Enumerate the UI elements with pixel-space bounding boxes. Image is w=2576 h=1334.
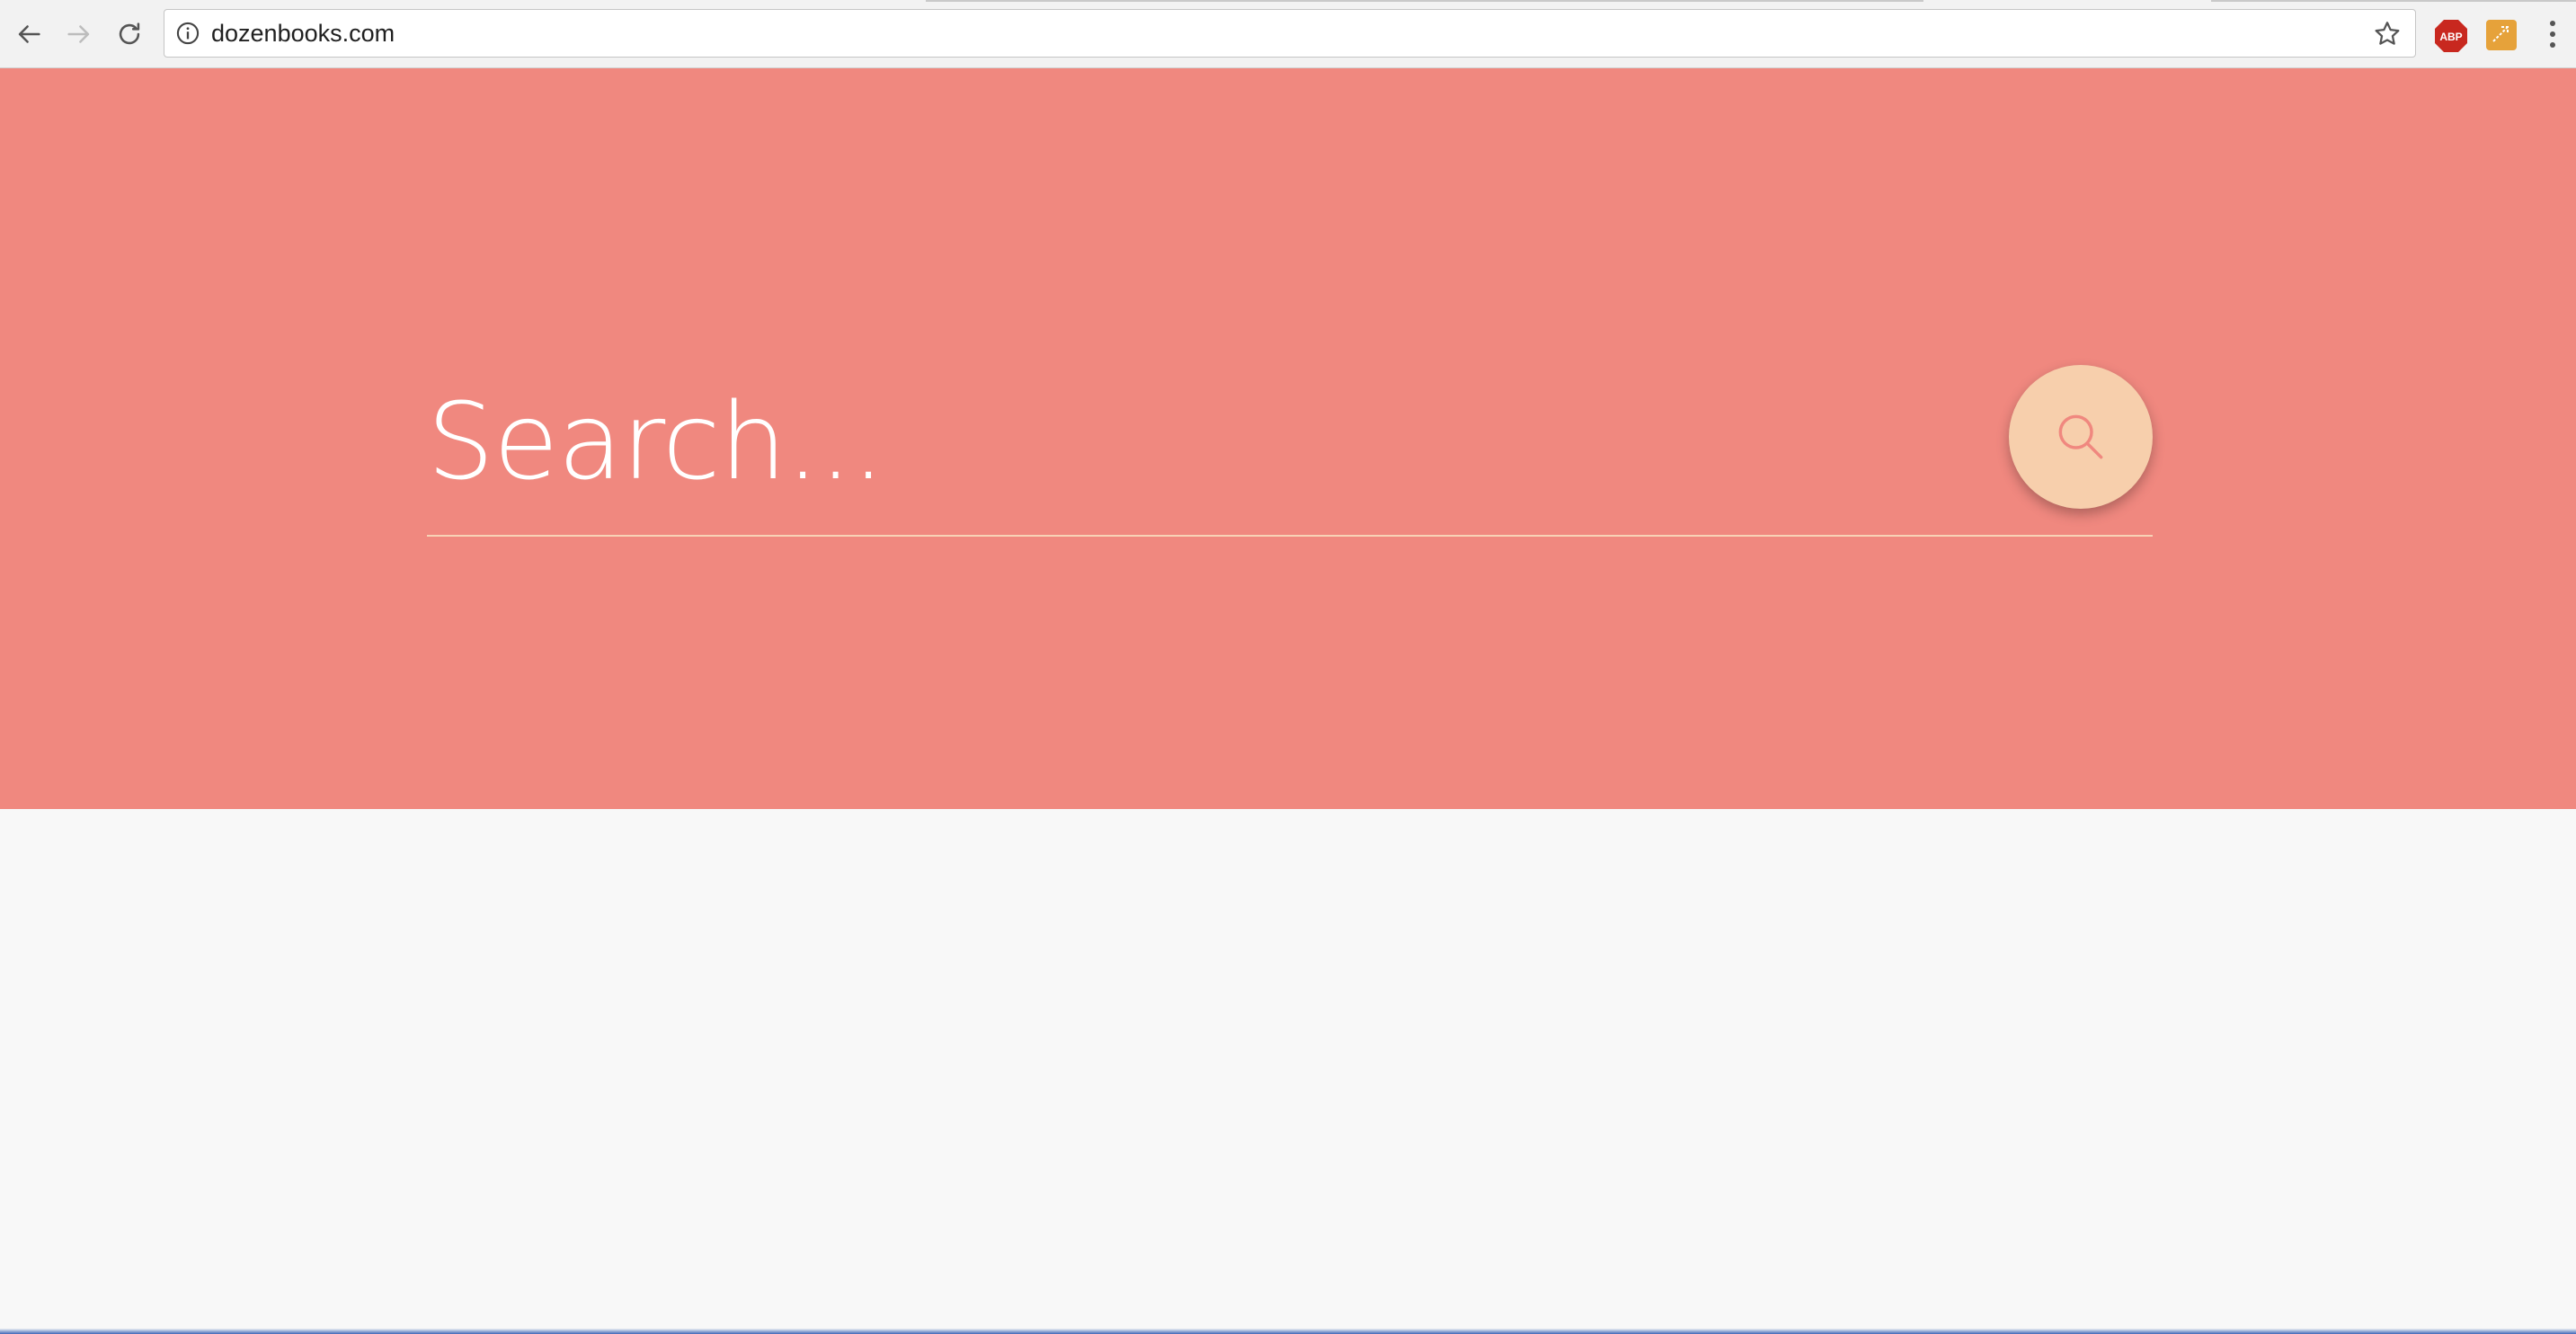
forward-button[interactable]	[61, 13, 97, 56]
arrow-left-icon	[18, 25, 40, 43]
address-bar[interactable]: dozenbooks.com	[164, 9, 2416, 58]
star-icon[interactable]	[2372, 19, 2403, 49]
page-content	[0, 809, 2576, 1334]
reload-button[interactable]	[111, 13, 147, 56]
search-underline	[427, 535, 2153, 537]
url-text[interactable]: dozenbooks.com	[211, 10, 395, 58]
browser-toolbar: dozenbooks.com ABP	[0, 0, 2576, 68]
window-bottom-edge	[0, 1329, 2576, 1334]
search-input[interactable]	[427, 365, 1973, 518]
adblock-label: ABP	[2439, 31, 2462, 43]
menu-dots-icon[interactable]	[2536, 16, 2569, 52]
extension-glyph-icon	[2492, 26, 2509, 42]
tab-strip-edge	[926, 0, 1923, 2]
search-button[interactable]	[2009, 365, 2153, 509]
arrow-right-icon	[67, 25, 90, 43]
hero-section	[0, 68, 2576, 809]
extension-icon[interactable]	[2486, 20, 2517, 50]
info-icon[interactable]	[175, 21, 200, 46]
tab-strip-edge	[2211, 0, 2576, 2]
adblock-icon[interactable]: ABP	[2433, 18, 2469, 54]
search-icon	[2058, 414, 2103, 459]
reload-icon	[119, 22, 140, 45]
back-button[interactable]	[11, 13, 47, 56]
